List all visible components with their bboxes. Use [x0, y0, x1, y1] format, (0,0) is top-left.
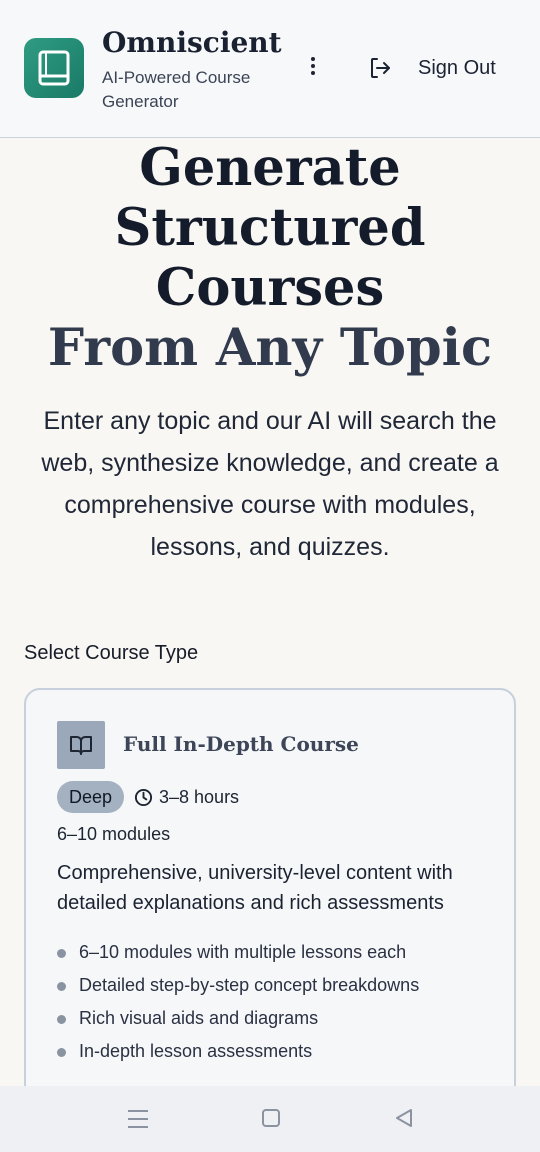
book-icon — [38, 50, 70, 86]
open-book-icon — [70, 736, 92, 755]
feature-item: 6–10 modules with multiple lessons each — [57, 936, 419, 969]
system-nav-bar — [0, 1086, 540, 1152]
course-type-icon — [57, 721, 105, 769]
feature-item: In-depth lesson assessments — [57, 1035, 419, 1068]
course-type-description: Comprehensive, university-level content … — [57, 862, 453, 914]
sign-out-label: Sign Out — [418, 56, 496, 79]
course-type-card-full[interactable]: Full In-Depth Course Deep 3–8 hours 6–10… — [24, 688, 516, 1128]
hero-title: Generate Structured Courses From Any Top… — [0, 138, 540, 378]
feature-item: Detailed step-by-step concept breakdowns — [57, 969, 419, 1002]
app-title: Omniscient — [102, 26, 282, 59]
sign-out-icon — [371, 58, 390, 78]
hero-title-line1: Generate Structured Courses — [114, 138, 426, 318]
recents-icon[interactable] — [128, 1110, 148, 1128]
app-header: Omniscient AI-Powered Course Generator S… — [0, 0, 540, 138]
duration-text: 3–8 hours — [159, 787, 240, 807]
course-type-label: Select Course Type — [24, 642, 199, 664]
feature-list: 6–10 modules with multiple lessons each … — [57, 936, 419, 1068]
home-icon[interactable] — [262, 1109, 280, 1127]
depth-badge: Deep — [57, 781, 125, 813]
course-type-title: Full In-Depth Course — [123, 732, 359, 756]
clock-icon — [134, 788, 153, 807]
more-vertical-icon — [311, 57, 315, 61]
app-subtitle: AI-Powered Course Generator — [102, 68, 251, 111]
hero-subtitle: Enter any topic and our AI will search t… — [41, 407, 499, 561]
feature-item: Rich visual aids and diagrams — [57, 1002, 419, 1035]
duration-info: 3–8 hours — [134, 787, 239, 808]
back-icon[interactable] — [394, 1108, 414, 1128]
more-menu-button[interactable] — [302, 54, 324, 84]
sign-out-button[interactable]: Sign Out — [368, 52, 496, 84]
app-logo[interactable] — [24, 38, 84, 98]
modules-count: 6–10 modules — [57, 824, 171, 844]
hero-title-line2: From Any Topic — [47, 318, 493, 378]
